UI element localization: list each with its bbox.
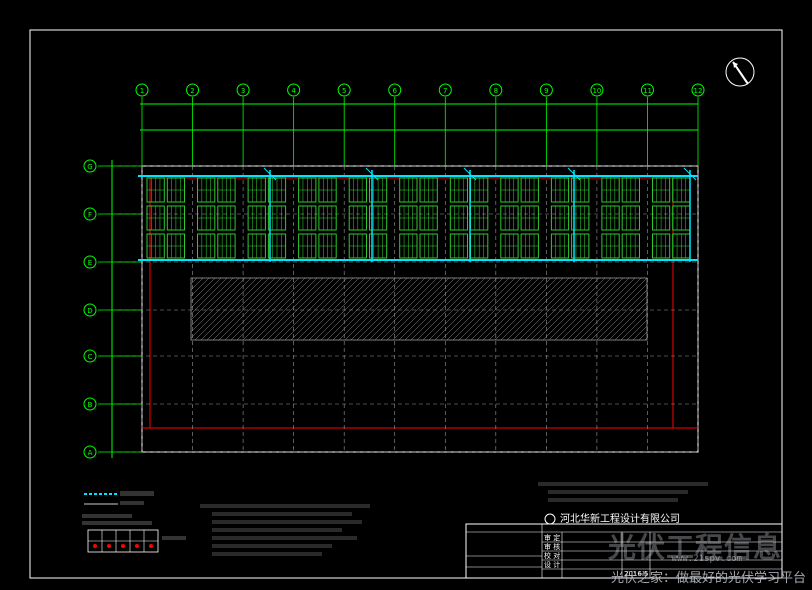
axis-label-top: 4 <box>291 87 296 95</box>
axis-label-top: 11 <box>643 87 652 95</box>
axis-label-top: 8 <box>494 87 498 95</box>
axis-label-left: G <box>87 163 92 171</box>
title-block-row-1: 审 核 <box>544 542 560 551</box>
title-block-company: 河北华新工程设计有限公司 <box>560 512 680 525</box>
title-block-row-2: 校 对 <box>544 551 560 560</box>
axis-label-left: D <box>87 307 92 315</box>
axis-label-top: 7 <box>443 87 447 95</box>
watermark-slogan: 光伏之家：做最好的光伏学习平台 <box>610 571 806 586</box>
axis-label-top: 6 <box>392 87 397 95</box>
axis-label-top: 10 <box>592 87 601 95</box>
axis-label-top: 12 <box>694 87 703 95</box>
axis-label-top: 5 <box>342 87 346 95</box>
axis-label-left: A <box>88 449 93 457</box>
axis-label-top: 2 <box>190 87 194 95</box>
cad-drawing: 1 2 3 4 5 6 7 8 9 10 11 12GFEDCBA 河北华新工程… <box>0 0 812 590</box>
axis-label-top: 1 <box>140 87 144 95</box>
axis-label-top: 3 <box>241 87 245 95</box>
title-block-row-0: 审 定 <box>544 533 560 542</box>
axis-label-left: C <box>88 353 93 361</box>
axis-label-left: E <box>88 259 92 267</box>
title-block-row-3: 设 计 <box>544 560 560 569</box>
axis-label-left: B <box>88 401 93 409</box>
axis-label-top: 9 <box>544 87 548 95</box>
axis-label-left: F <box>88 211 92 219</box>
watermark-url: www.21spv.com <box>671 554 742 564</box>
